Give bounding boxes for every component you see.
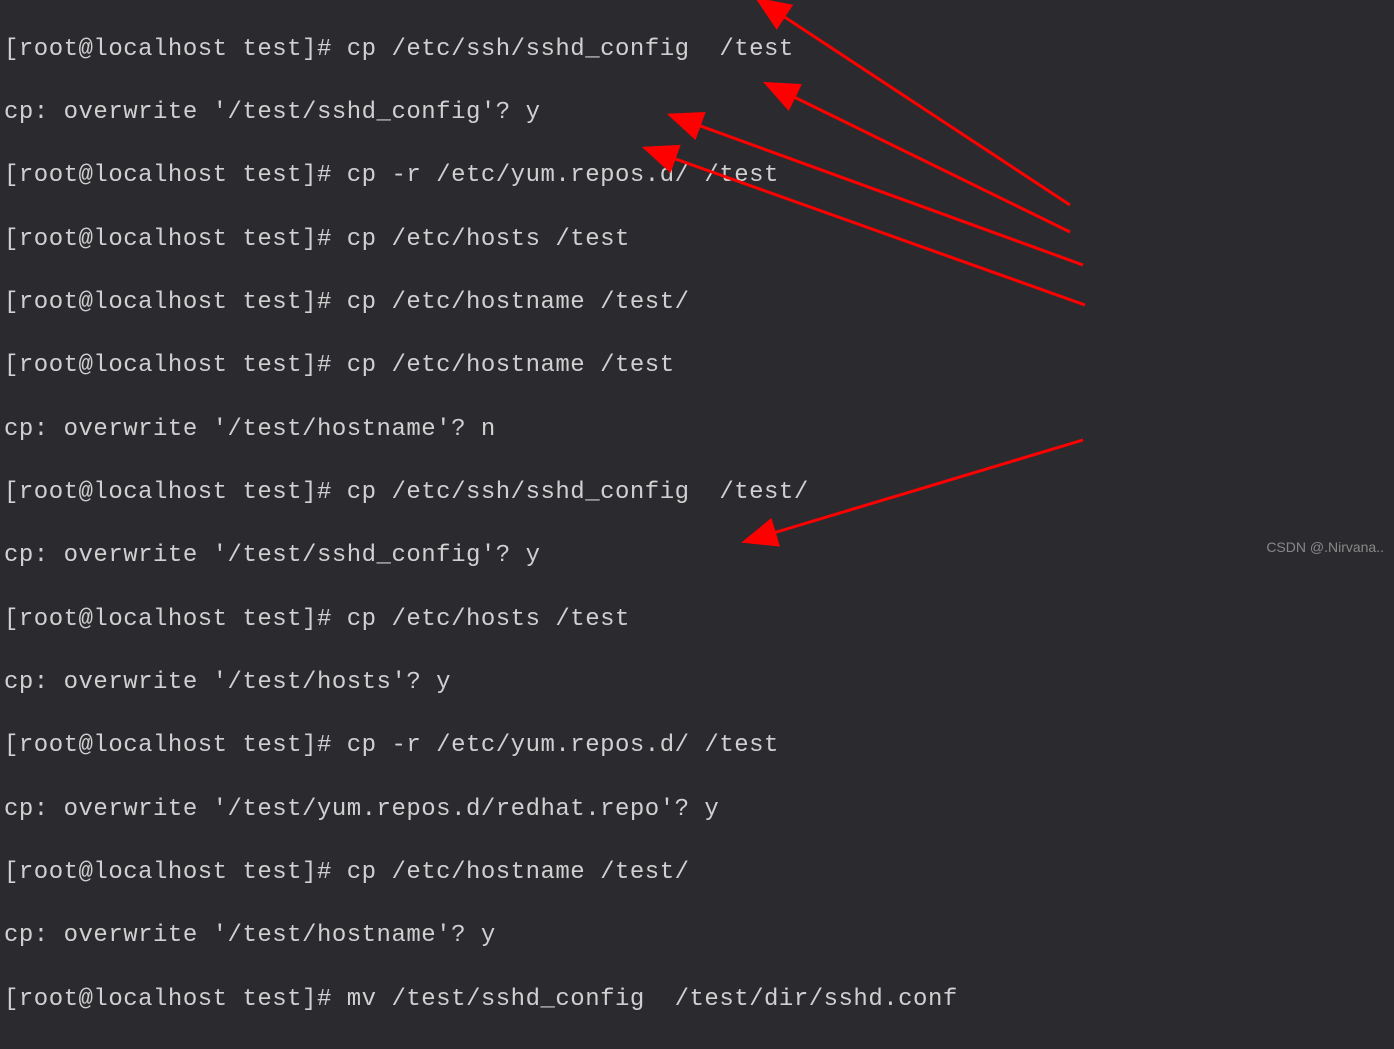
terminal-line: [root@localhost test]# cp /etc/ssh/sshd_…	[4, 34, 1390, 66]
terminal-line: [root@localhost test]# mv /test/sshd_con…	[4, 984, 1390, 1016]
terminal-line: [root@localhost test]# cp -r /etc/yum.re…	[4, 730, 1390, 762]
terminal-output[interactable]: [root@localhost test]# cp /etc/ssh/sshd_…	[0, 0, 1394, 1049]
terminal-line: cp: overwrite '/test/sshd_config'? y	[4, 97, 1390, 129]
terminal-line: [root@localhost test]# cp /etc/hostname …	[4, 857, 1390, 889]
terminal-line: [root@localhost test]# cp -r /etc/yum.re…	[4, 160, 1390, 192]
terminal-line: [root@localhost test]# cp /etc/hosts /te…	[4, 604, 1390, 636]
terminal-line: [root@localhost test]# cp /etc/ssh/sshd_…	[4, 477, 1390, 509]
terminal-line: [root@localhost test]# cp /etc/hostname …	[4, 350, 1390, 382]
terminal-line: cp: overwrite '/test/hosts'? y	[4, 667, 1390, 699]
terminal-line: [root@localhost test]# cp /etc/hosts /te…	[4, 224, 1390, 256]
terminal-line: cp: overwrite '/test/yum.repos.d/redhat.…	[4, 794, 1390, 826]
terminal-line: cp: overwrite '/test/hostname'? n	[4, 414, 1390, 446]
terminal-line: cp: overwrite '/test/hostname'? y	[4, 920, 1390, 952]
terminal-line: cp: overwrite '/test/sshd_config'? y	[4, 540, 1390, 572]
terminal-line: [root@localhost test]# cp /etc/hostname …	[4, 287, 1390, 319]
watermark-text: CSDN @.Nirvana..	[1266, 538, 1384, 556]
